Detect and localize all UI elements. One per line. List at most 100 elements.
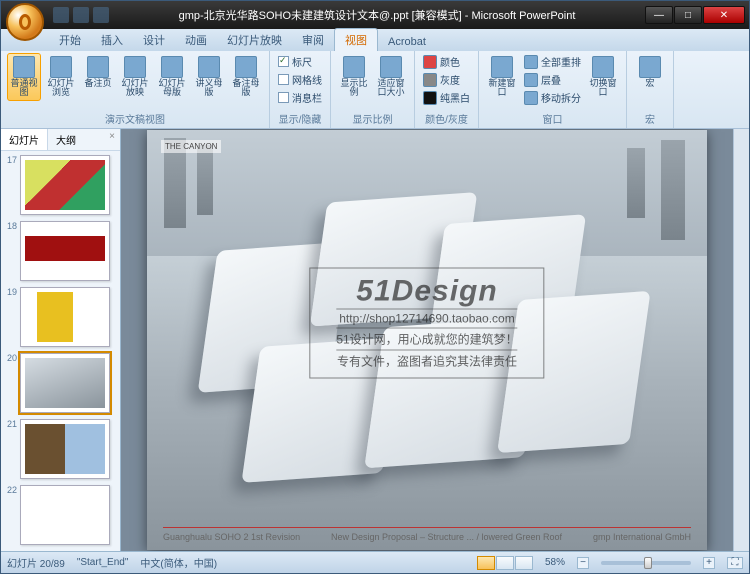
group-label: 宏 bbox=[633, 110, 667, 126]
thumb-number: 19 bbox=[3, 287, 17, 297]
macros-button[interactable]: 宏 bbox=[633, 53, 667, 91]
watermark-url: http://shop12714690.taobao.com bbox=[336, 309, 517, 328]
ribbon-group-window: 新建窗口全部重排层叠移动拆分切换窗口 窗口 bbox=[479, 51, 627, 128]
tab-outline[interactable]: 大纲 bbox=[48, 129, 84, 150]
thumb-number: 17 bbox=[3, 155, 17, 165]
titlebar[interactable]: gmp-北京光华路SOHO未建建筑设计文本@.ppt [兼容模式] - Micr… bbox=[1, 1, 749, 29]
view-4[interactable]: 幻灯片母版 bbox=[155, 53, 189, 101]
view-2[interactable]: 备注页 bbox=[81, 53, 115, 91]
colormode-颜色[interactable]: 颜色 bbox=[421, 53, 472, 70]
view-3[interactable]: 幻灯片放映 bbox=[118, 53, 152, 101]
zoom-icon bbox=[343, 56, 365, 78]
slide-thumbnail[interactable] bbox=[20, 287, 110, 347]
win-cmd-1[interactable]: 全部重排 bbox=[522, 53, 583, 70]
workspace: 幻灯片 大纲 × 17 18 19 20 21 22 THE CANYON bbox=[1, 129, 749, 551]
new-window[interactable]: 新建窗口 bbox=[485, 53, 519, 101]
thumbnail-row[interactable]: 17 bbox=[3, 155, 118, 215]
zoom-percent[interactable]: 58% bbox=[545, 557, 565, 568]
thumb-number: 22 bbox=[3, 485, 17, 495]
office-button[interactable] bbox=[6, 3, 44, 41]
slide-thumbnail[interactable] bbox=[20, 419, 110, 479]
language-status[interactable]: 中文(简体，中国) bbox=[140, 555, 217, 570]
slide-canvas[interactable]: THE CANYON 51Design http://shop12714690.… bbox=[147, 130, 707, 550]
slide-thumbnail[interactable] bbox=[20, 155, 110, 215]
toggle-网格线[interactable]: 网格线 bbox=[276, 71, 324, 88]
normal-view-icon[interactable] bbox=[477, 556, 495, 570]
zoom-out-button[interactable]: − bbox=[577, 557, 589, 569]
app-window: gmp-北京光华路SOHO未建建筑设计文本@.ppt [兼容模式] - Micr… bbox=[0, 0, 750, 574]
ribbon: 普通视图幻灯片浏览备注页幻灯片放映幻灯片母版讲义母版备注母版 演示文稿视图 标尺… bbox=[1, 51, 749, 129]
thumb-number: 21 bbox=[3, 419, 17, 429]
maximize-button[interactable]: □ bbox=[674, 6, 702, 24]
ribbon-group-color: 颜色灰度纯黑白 颜色/灰度 bbox=[415, 51, 479, 128]
colormode-灰度[interactable]: 灰度 bbox=[421, 71, 472, 88]
view-0[interactable]: 普通视图 bbox=[7, 53, 41, 101]
thumbnails-list[interactable]: 17 18 19 20 21 22 bbox=[1, 151, 120, 551]
color-icon bbox=[423, 73, 437, 87]
view-icon bbox=[87, 56, 109, 78]
thumbnail-row[interactable]: 20 bbox=[3, 353, 118, 413]
colormode-纯黑白[interactable]: 纯黑白 bbox=[421, 89, 472, 106]
ribbon-tabs: 开始插入设计动画幻灯片放映审阅视图Acrobat bbox=[1, 29, 749, 51]
close-button[interactable]: ✕ bbox=[703, 6, 745, 24]
color-icon bbox=[423, 55, 437, 69]
tab-动画[interactable]: 动画 bbox=[175, 29, 217, 51]
qat-save-icon[interactable] bbox=[53, 7, 69, 23]
qat-undo-icon[interactable] bbox=[73, 7, 89, 23]
group-label: 窗口 bbox=[485, 110, 620, 126]
slideshow-view-icon[interactable] bbox=[515, 556, 533, 570]
theme-name: "Start_End" bbox=[77, 557, 129, 568]
close-panel-icon[interactable]: × bbox=[104, 129, 120, 150]
switch-window[interactable]: 切换窗口 bbox=[586, 53, 620, 101]
watermark-line2: 专有文件，盗图者追究其法律责任 bbox=[336, 350, 517, 372]
win-cmd-3[interactable]: 移动拆分 bbox=[522, 89, 583, 106]
view-icon bbox=[161, 56, 183, 78]
footer-center: New Design Proposal – Structure ... / lo… bbox=[331, 532, 562, 542]
footer-right: gmp International GmbH bbox=[593, 532, 691, 542]
toggle-标尺[interactable]: 标尺 bbox=[276, 53, 324, 70]
zoom-cmd-0[interactable]: 显示比例 bbox=[337, 53, 371, 101]
qat-redo-icon[interactable] bbox=[93, 7, 109, 23]
toggle-消息栏[interactable]: 消息栏 bbox=[276, 89, 324, 106]
zoom-thumb[interactable] bbox=[644, 557, 652, 569]
slide-thumbnail[interactable] bbox=[20, 485, 110, 545]
tab-slides[interactable]: 幻灯片 bbox=[1, 129, 48, 150]
tab-幻灯片放映[interactable]: 幻灯片放映 bbox=[217, 29, 292, 51]
slide-thumbnail[interactable] bbox=[20, 221, 110, 281]
window-icon bbox=[491, 56, 513, 78]
window-title: gmp-北京光华路SOHO未建建筑设计文本@.ppt [兼容模式] - Micr… bbox=[109, 7, 645, 23]
view-buttons bbox=[477, 556, 533, 570]
ribbon-group-views: 普通视图幻灯片浏览备注页幻灯片放映幻灯片母版讲义母版备注母版 演示文稿视图 bbox=[1, 51, 270, 128]
view-5[interactable]: 讲义母版 bbox=[192, 53, 226, 101]
tab-审阅[interactable]: 审阅 bbox=[292, 29, 334, 51]
ribbon-group-zoom: 显示比例适应窗口大小 显示比例 bbox=[331, 51, 415, 128]
tab-视图[interactable]: 视图 bbox=[334, 28, 378, 51]
tab-插入[interactable]: 插入 bbox=[91, 29, 133, 51]
zoom-in-button[interactable]: + bbox=[703, 557, 715, 569]
color-icon bbox=[423, 91, 437, 105]
slide-editor[interactable]: THE CANYON 51Design http://shop12714690.… bbox=[121, 129, 733, 551]
slide-corner-logo: THE CANYON bbox=[161, 140, 221, 153]
thumbnail-row[interactable]: 21 bbox=[3, 419, 118, 479]
thumbnail-row[interactable]: 18 bbox=[3, 221, 118, 281]
win-cmd-2[interactable]: 层叠 bbox=[522, 71, 583, 88]
thumb-number: 18 bbox=[3, 221, 17, 231]
sorter-view-icon[interactable] bbox=[496, 556, 514, 570]
tab-设计[interactable]: 设计 bbox=[133, 29, 175, 51]
window-icon bbox=[524, 55, 538, 69]
macro-icon bbox=[639, 56, 661, 78]
slide-footer: Guanghualu SOHO 2 1st Revision New Desig… bbox=[163, 527, 691, 542]
minimize-button[interactable]: — bbox=[645, 6, 673, 24]
tab-开始[interactable]: 开始 bbox=[49, 29, 91, 51]
thumbnail-row[interactable]: 19 bbox=[3, 287, 118, 347]
vertical-scrollbar[interactable] bbox=[733, 129, 749, 551]
zoom-slider[interactable] bbox=[601, 561, 691, 565]
zoom-cmd-1[interactable]: 适应窗口大小 bbox=[374, 53, 408, 101]
fit-window-icon[interactable]: ⛶ bbox=[727, 557, 743, 569]
view-6[interactable]: 备注母版 bbox=[229, 53, 263, 101]
view-1[interactable]: 幻灯片浏览 bbox=[44, 53, 78, 101]
tab-Acrobat[interactable]: Acrobat bbox=[378, 33, 436, 51]
group-label: 显示比例 bbox=[337, 110, 408, 126]
slide-thumbnail[interactable] bbox=[20, 353, 110, 413]
thumbnail-row[interactable]: 22 bbox=[3, 485, 118, 545]
